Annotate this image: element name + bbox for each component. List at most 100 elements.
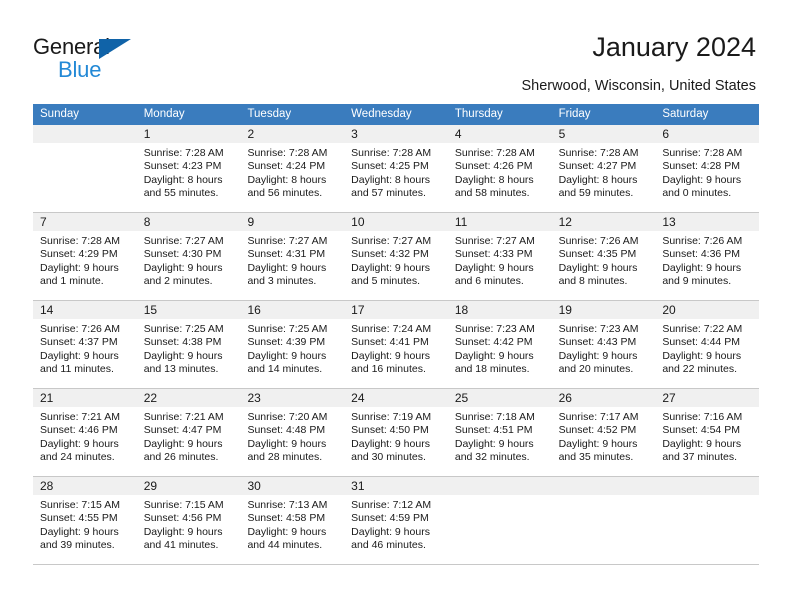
calendar-day-cell[interactable]: 1 Sunrise: 7:28 AM Sunset: 4:23 PM Daylight… [136, 125, 241, 212]
sunset-text: Sunset: 4:54 PM [662, 424, 740, 437]
daylight-text-line1: Daylight: 9 hours [662, 349, 742, 362]
day-details: Sunrise: 7:25 AM Sunset: 4:39 PM Daylight:… [240, 319, 344, 377]
daylight-text-line1: Daylight: 9 hours [40, 261, 119, 274]
calendar-day-cell[interactable]: 19 Sunrise: 7:23 AM Sunset: 4:43 PM Dayligh… [551, 301, 656, 388]
daylight-text-line2: and 59 minutes. [558, 187, 634, 200]
sunrise-text: Sunrise: 7:28 AM [247, 147, 328, 159]
sunrise-text: Sunrise: 7:28 AM [454, 147, 535, 159]
daylight-text-line1: Daylight: 9 hours [454, 261, 534, 274]
calendar-day-cell[interactable]: 30 Sunrise: 7:13 AM Sunset: 4:58 PM Dayligh… [240, 477, 345, 564]
day-details: Sunrise: 7:27 AM Sunset: 4:30 PM Daylight:… [137, 231, 241, 289]
daylight-text-line1: Daylight: 9 hours [40, 437, 119, 450]
calendar-day-cell[interactable]: 8 Sunrise: 7:27 AM Sunset: 4:30 PM Daylight… [136, 213, 241, 300]
daylight-text-line1: Daylight: 9 hours [143, 349, 223, 362]
calendar-day-cell[interactable]: 24 Sunrise: 7:19 AM Sunset: 4:50 PM Dayligh… [344, 389, 448, 476]
daylight-text-line2: and 57 minutes. [351, 187, 426, 200]
daylight-text-line1: Daylight: 9 hours [351, 349, 430, 362]
calendar-day-cell[interactable]: 9 Sunrise: 7:27 AM Sunset: 4:31 PM Daylight… [240, 213, 345, 300]
weekday-monday: Monday [143, 108, 185, 120]
calendar-day-cell[interactable]: 23 Sunrise: 7:20 AM Sunset: 4:48 PM Dayligh… [240, 389, 345, 476]
calendar-day-cell[interactable]: 28 Sunrise: 7:15 AM Sunset: 4:55 PM Dayligh… [33, 477, 137, 564]
sunset-text: Sunset: 4:51 PM [454, 424, 533, 437]
day-number: 17 [344, 301, 448, 319]
sunrise-text: Sunrise: 7:28 AM [558, 147, 639, 159]
day-details: Sunrise: 7:18 AM Sunset: 4:51 PM Daylight:… [448, 407, 552, 465]
daylight-text-line1: Daylight: 9 hours [143, 261, 223, 274]
calendar-day-cell[interactable]: 14 Sunrise: 7:26 AM Sunset: 4:37 PM Dayligh… [33, 301, 137, 388]
day-details: Sunrise: 7:17 AM Sunset: 4:52 PM Daylight:… [552, 407, 656, 465]
daylight-text-line1: Daylight: 9 hours [351, 525, 430, 538]
calendar-day-cell[interactable]: 26 Sunrise: 7:17 AM Sunset: 4:52 PM Dayligh… [551, 389, 656, 476]
daylight-text-line1: Daylight: 8 hours [454, 173, 534, 186]
calendar-day-cell[interactable]: 13 Sunrise: 7:26 AM Sunset: 4:36 PM Dayligh… [655, 213, 760, 300]
daylight-text-line1: Daylight: 9 hours [454, 349, 534, 362]
day-number: 25 [447, 389, 552, 407]
day-number: 7 [33, 213, 137, 231]
daylight-text-line1: Daylight: 9 hours [143, 525, 223, 538]
sunrise-text: Sunrise: 7:19 AM [351, 411, 432, 423]
calendar-day-cell[interactable]: 29 Sunrise: 7:15 AM Sunset: 4:56 PM Dayligh… [136, 477, 241, 564]
day-details: Sunrise: 7:21 AM Sunset: 4:47 PM Daylight:… [137, 407, 241, 465]
calendar-day-cell[interactable]: 25 Sunrise: 7:18 AM Sunset: 4:51 PM Dayligh… [447, 389, 552, 476]
sunset-text: Sunset: 4:29 PM [40, 248, 118, 261]
day-number: 18 [447, 301, 552, 319]
day-details: Sunrise: 7:21 AM Sunset: 4:46 PM Daylight:… [33, 407, 137, 465]
calendar-day-cell[interactable]: 15 Sunrise: 7:25 AM Sunset: 4:38 PM Dayligh… [136, 301, 241, 388]
day-details: Sunrise: 7:27 AM Sunset: 4:32 PM Daylight:… [344, 231, 448, 289]
calendar-day-cell[interactable]: 5 Sunrise: 7:28 AM Sunset: 4:27 PM Daylight… [551, 125, 656, 212]
day-number: 9 [240, 213, 345, 231]
daylight-text-line2: and 20 minutes. [558, 363, 634, 376]
sunset-text: Sunset: 4:50 PM [351, 424, 429, 437]
calendar-day-cell[interactable]: 22 Sunrise: 7:21 AM Sunset: 4:47 PM Dayligh… [136, 389, 241, 476]
day-details: Sunrise: 7:28 AM Sunset: 4:27 PM Daylight:… [552, 143, 656, 201]
calendar-day-cell[interactable]: 21 Sunrise: 7:21 AM Sunset: 4:46 PM Dayligh… [33, 389, 137, 476]
calendar-day-cell[interactable]: 12 Sunrise: 7:26 AM Sunset: 4:35 PM Dayligh… [551, 213, 656, 300]
sunrise-text: Sunrise: 7:15 AM [40, 499, 120, 511]
brand-logo[interactable]: General Blue [33, 34, 213, 84]
calendar-day-cell[interactable]: 4 Sunrise: 7:28 AM Sunset: 4:26 PM Daylight… [447, 125, 552, 212]
daylight-text-line1: Daylight: 9 hours [662, 437, 742, 450]
daylight-text-line2: and 22 minutes. [662, 363, 738, 376]
calendar-day-cell[interactable]: 7 Sunrise: 7:28 AM Sunset: 4:29 PM Daylight… [33, 213, 137, 300]
day-details: Sunrise: 7:28 AM Sunset: 4:23 PM Daylight:… [137, 143, 241, 201]
day-number: 12 [551, 213, 656, 231]
calendar-day-cell[interactable]: 11 Sunrise: 7:27 AM Sunset: 4:33 PM Dayligh… [447, 213, 552, 300]
day-details: Sunrise: 7:19 AM Sunset: 4:50 PM Daylight:… [344, 407, 448, 465]
sunset-text: Sunset: 4:41 PM [351, 336, 429, 349]
calendar-day-cell[interactable]: 20 Sunrise: 7:22 AM Sunset: 4:44 PM Dayligh… [655, 301, 760, 388]
daylight-text-line2: and 44 minutes. [247, 539, 323, 552]
calendar-day-cell[interactable]: 3 Sunrise: 7:28 AM Sunset: 4:25 PM Daylight… [344, 125, 448, 212]
day-details: Sunrise: 7:12 AM Sunset: 4:59 PM Daylight:… [344, 495, 448, 553]
day-number: 4 [447, 125, 552, 143]
sunset-text: Sunset: 4:43 PM [558, 336, 637, 349]
calendar-day-cell[interactable]: 31 Sunrise: 7:12 AM Sunset: 4:59 PM Dayligh… [344, 477, 448, 564]
sunrise-text: Sunrise: 7:26 AM [662, 235, 743, 247]
day-number: 16 [240, 301, 345, 319]
daylight-text-line2: and 18 minutes. [454, 363, 530, 376]
calendar-day-cell[interactable]: 2 Sunrise: 7:28 AM Sunset: 4:24 PM Daylight… [240, 125, 345, 212]
day-number: 14 [33, 301, 137, 319]
sunrise-text: Sunrise: 7:28 AM [143, 147, 224, 159]
day-number: 1 [136, 125, 241, 143]
day-number: 24 [344, 389, 448, 407]
calendar-day-cell[interactable]: 18 Sunrise: 7:23 AM Sunset: 4:42 PM Dayligh… [447, 301, 552, 388]
calendar-day-cell[interactable]: 17 Sunrise: 7:24 AM Sunset: 4:41 PM Dayligh… [344, 301, 448, 388]
weekday-wednesday: Wednesday [351, 108, 412, 120]
calendar-grid: Sunday Monday Tuesday Wednesday Thursday… [33, 104, 760, 565]
daylight-text-line1: Daylight: 9 hours [351, 437, 430, 450]
sunset-text: Sunset: 4:25 PM [351, 160, 429, 173]
sunrise-text: Sunrise: 7:18 AM [454, 411, 535, 423]
calendar-day-cell[interactable]: 10 Sunrise: 7:27 AM Sunset: 4:32 PM Dayligh… [344, 213, 448, 300]
day-details: Sunrise: 7:23 AM Sunset: 4:42 PM Daylight:… [448, 319, 552, 377]
day-details: Sunrise: 7:28 AM Sunset: 4:25 PM Daylight:… [344, 143, 448, 201]
day-details: Sunrise: 7:28 AM Sunset: 4:29 PM Daylight:… [33, 231, 137, 289]
daylight-text-line2: and 37 minutes. [662, 451, 738, 464]
daylight-text-line2: and 3 minutes. [247, 275, 317, 288]
calendar-day-cell[interactable]: 27 Sunrise: 7:16 AM Sunset: 4:54 PM Dayligh… [655, 389, 760, 476]
sunset-text: Sunset: 4:35 PM [558, 248, 637, 261]
daylight-text-line1: Daylight: 9 hours [40, 349, 119, 362]
calendar-day-cell[interactable]: 6 Sunrise: 7:28 AM Sunset: 4:28 PM Daylight… [655, 125, 760, 212]
calendar-day-cell[interactable]: 16 Sunrise: 7:25 AM Sunset: 4:39 PM Dayligh… [240, 301, 345, 388]
sunrise-text: Sunrise: 7:24 AM [351, 323, 432, 335]
sunrise-text: Sunrise: 7:28 AM [351, 147, 432, 159]
